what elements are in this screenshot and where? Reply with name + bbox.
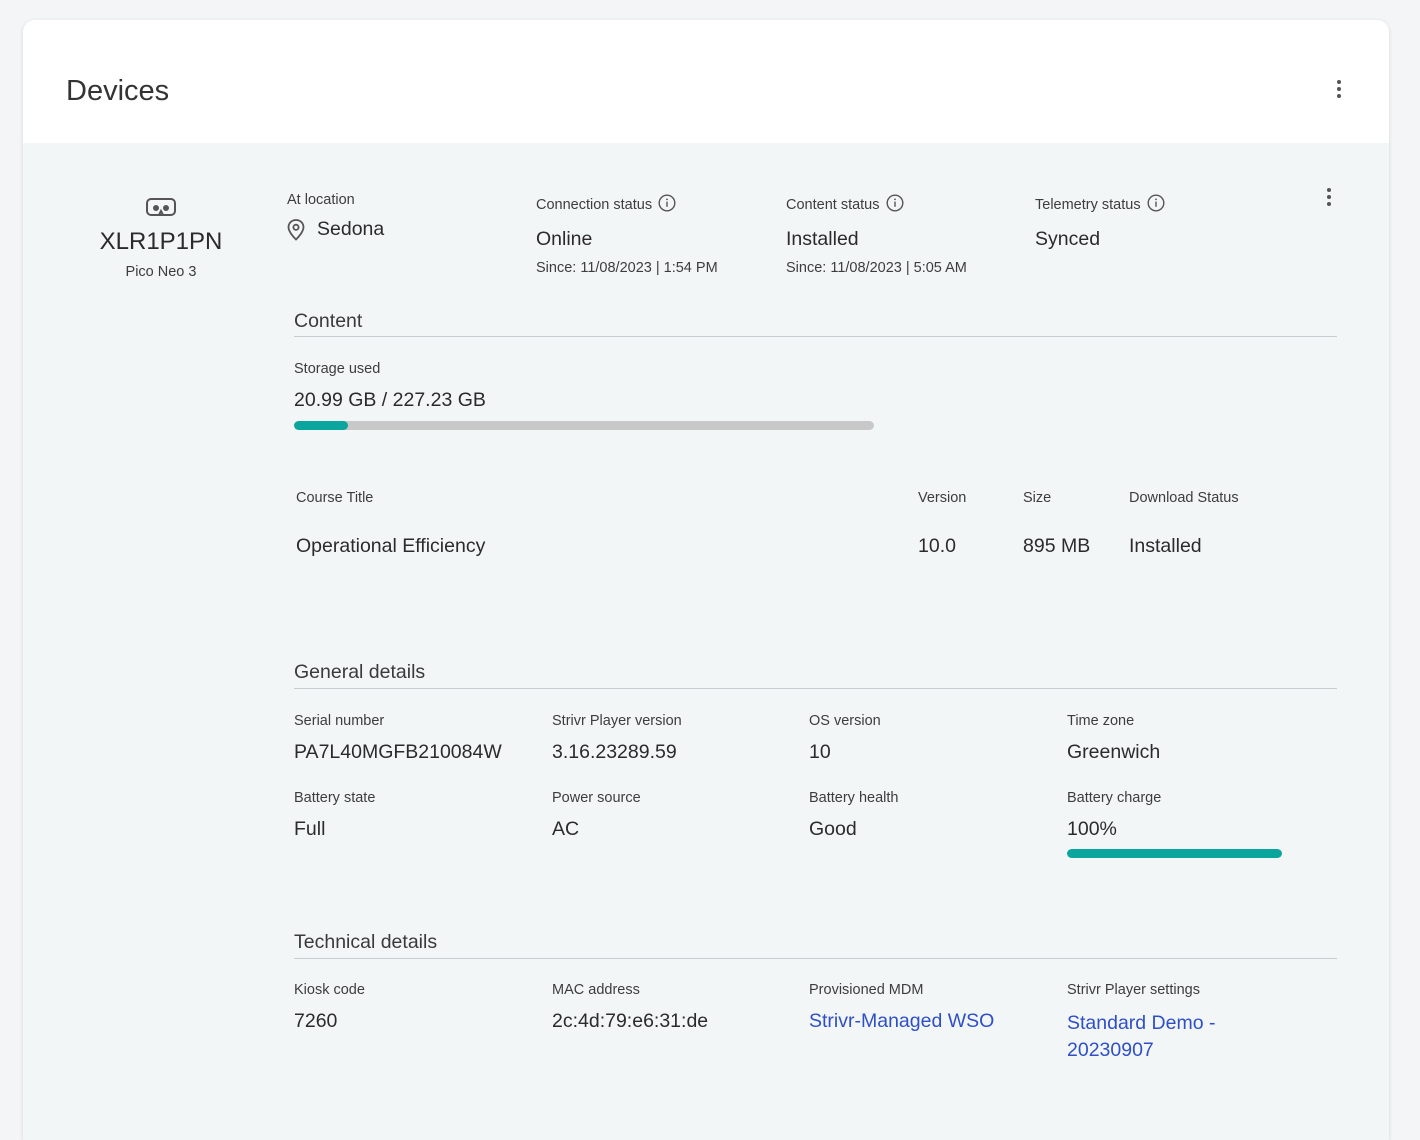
battery-state-value: Full <box>294 818 326 840</box>
location-label: At location <box>287 192 355 208</box>
battery-state-label: Battery state <box>294 790 376 806</box>
size-cell: 895 MB <box>1023 535 1091 557</box>
connection-status-value: Online <box>536 228 593 250</box>
player-settings-link-line1: Standard Demo - <box>1067 1012 1216 1034</box>
telemetry-status-value: Synced <box>1035 228 1101 250</box>
divider <box>294 336 1337 337</box>
info-icon[interactable] <box>885 194 904 216</box>
time-zone-value: Greenwich <box>1067 741 1161 763</box>
content-status-since: Since: 11/08/2023 | 5:05 AM <box>786 260 967 276</box>
telemetry-status-label: Telemetry status <box>1035 197 1141 213</box>
course-title-cell: Operational Efficiency <box>296 535 486 557</box>
column-header-download-status[interactable]: Download Status <box>1129 490 1239 506</box>
location: Sedona <box>287 218 384 241</box>
telemetry-status-header: Telemetry status <box>1035 194 1165 216</box>
info-icon[interactable] <box>658 194 676 216</box>
content-status-value: Installed <box>786 228 859 250</box>
table-row[interactable]: Operational Efficiency 10.0 895 MB Insta… <box>296 535 1336 565</box>
storage-progress-bar <box>294 421 874 430</box>
info-icon[interactable] <box>1147 194 1165 216</box>
serial-number-label: Serial number <box>294 713 385 729</box>
devices-card: Devices XLR1P1PN Pico Neo 3 At location … <box>23 20 1389 1140</box>
column-header-course[interactable]: Course Title <box>296 490 373 506</box>
player-settings-label: Strivr Player settings <box>1067 982 1200 998</box>
connection-status-header: Connection status <box>536 194 676 216</box>
card-header: Devices <box>23 20 1389 143</box>
device-name: XLR1P1PN <box>99 228 223 255</box>
serial-number-value: PA7L40MGFB210084W <box>294 741 502 763</box>
connection-status-since: Since: 11/08/2023 | 1:54 PM <box>536 260 718 276</box>
storage-label: Storage used <box>294 361 381 377</box>
device-more-icon[interactable] <box>1319 185 1339 209</box>
vr-headset-icon <box>145 196 179 218</box>
page-more-icon[interactable] <box>1329 77 1349 101</box>
content-section-title: Content <box>294 310 363 332</box>
general-details-title: General details <box>294 661 426 683</box>
battery-health-label: Battery health <box>809 790 899 806</box>
location-value: Sedona <box>317 218 385 240</box>
kiosk-code-label: Kiosk code <box>294 982 365 998</box>
column-header-size[interactable]: Size <box>1023 490 1051 506</box>
player-version-value: 3.16.23289.59 <box>552 741 677 763</box>
os-version-label: OS version <box>809 713 881 729</box>
column-header-version[interactable]: Version <box>918 490 966 506</box>
power-source-label: Power source <box>552 790 641 806</box>
storage-progress-fill <box>294 421 348 430</box>
battery-charge-label: Battery charge <box>1067 790 1162 806</box>
divider <box>294 688 1337 689</box>
player-version-label: Strivr Player version <box>552 713 682 729</box>
battery-health-value: Good <box>809 818 857 840</box>
storage-value: 20.99 GB / 227.23 GB <box>294 389 486 411</box>
mac-address-label: MAC address <box>552 982 640 998</box>
provisioned-mdm-label: Provisioned MDM <box>809 982 924 998</box>
device-model: Pico Neo 3 <box>125 264 197 280</box>
battery-charge-value: 100% <box>1067 818 1117 840</box>
battery-charge-bar <box>1067 849 1282 858</box>
os-version-value: 10 <box>809 741 831 763</box>
power-source-value: AC <box>552 818 580 840</box>
provisioned-mdm-link[interactable]: Strivr-Managed WSO <box>809 1010 994 1033</box>
player-settings-link[interactable]: Standard Demo - 20230907 <box>1067 1010 1216 1064</box>
version-cell: 10.0 <box>918 535 956 557</box>
map-pin-icon <box>287 218 307 241</box>
time-zone-label: Time zone <box>1067 713 1135 729</box>
technical-details-title: Technical details <box>294 931 438 953</box>
content-status-header: Content status <box>786 194 904 216</box>
divider <box>294 958 1337 959</box>
kiosk-code-value: 7260 <box>294 1010 338 1032</box>
player-settings-link-line2: 20230907 <box>1067 1039 1154 1061</box>
connection-status-label: Connection status <box>536 197 653 213</box>
content-status-label: Content status <box>786 197 880 213</box>
page-title: Devices <box>66 75 170 107</box>
download-status-cell: Installed <box>1129 535 1202 557</box>
mac-address-value: 2c:4d:79:e6:31:de <box>552 1010 709 1032</box>
battery-charge-fill <box>1067 849 1282 858</box>
